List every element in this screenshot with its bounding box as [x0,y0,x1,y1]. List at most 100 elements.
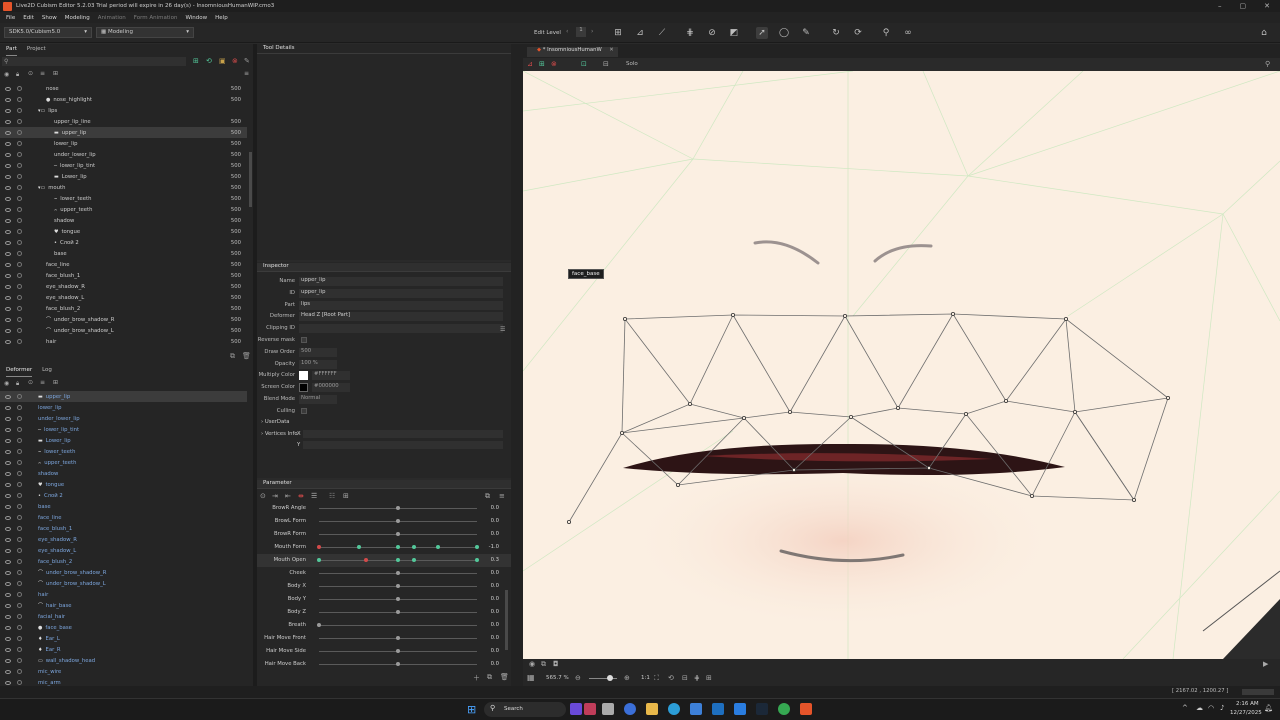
lock-toggle-icon[interactable] [17,416,22,421]
settings-icon[interactable]: ✎ [244,57,250,65]
part-row[interactable]: face_blush_1 500 [0,270,247,281]
rotate-view-icon[interactable]: ⟲ [668,674,674,682]
lock-toggle-icon[interactable] [17,262,22,267]
visibility-eye-icon[interactable] [5,449,11,454]
visibility-eye-icon[interactable] [5,196,11,201]
keyform-dot[interactable] [475,558,479,562]
visibility-eye-icon[interactable] [5,438,11,443]
lock-toggle-icon[interactable] [17,152,22,157]
sync-icon[interactable]: ⟲ [206,57,212,65]
visibility-eye-icon[interactable] [5,603,11,608]
tab-log[interactable]: Log [42,367,52,377]
keyform-dot[interactable] [396,558,400,562]
lock-toggle-icon[interactable] [17,130,22,135]
part-row[interactable]: base 500 [0,248,247,259]
visibility-eye-icon[interactable] [5,537,11,542]
param-copy-icon[interactable]: ⧉ [485,492,490,501]
key-remove-icon[interactable]: ⇤ [285,492,291,500]
lock-toggle-icon[interactable] [17,471,22,476]
userdata-toggle[interactable]: › UserData [261,419,290,425]
part-row[interactable]: under_lower_lip 500 [0,149,247,160]
lock-toggle-icon[interactable] [17,163,22,168]
keyform-dot[interactable] [396,545,400,549]
visibility-eye-icon[interactable] [5,482,11,487]
part-row[interactable]: face_line 500 [0,259,247,270]
menu-form-animation[interactable]: Form Animation [134,15,178,21]
deformer-row[interactable]: ⌒ under_brow_shadow_R [0,567,247,578]
deformer-row[interactable]: ▭ wall_shadow_head [0,655,247,666]
lock-toggle-icon[interactable] [17,526,22,531]
visibility-eye-icon[interactable] [5,174,11,179]
part-row[interactable]: ⌒ under_brow_shadow_L 500 [0,325,247,336]
inspector-value-field[interactable]: 500 [299,347,337,357]
part-row[interactable]: ▬ upper_lip 500 [0,127,247,138]
parameter-value[interactable]: 0.0 [491,661,499,667]
hierarchy-icon[interactable]: ⊞ [53,70,58,77]
deformer-hierarchy-icon[interactable]: ⊞ [53,379,58,386]
lock-toggle-icon[interactable] [17,515,22,520]
visibility-eye-icon[interactable] [5,339,11,344]
lock-toggle-icon[interactable] [17,394,22,399]
sdk-select[interactable]: SDK5.0/Cubism5.0 ▾ [4,27,92,38]
deformer-rotate-icon[interactable]: ↻ [830,27,842,39]
solo-label[interactable]: Solo [626,61,638,67]
close-icon[interactable]: ✕ [1264,2,1270,10]
chrome-icon[interactable] [778,703,790,715]
param-folder-icon[interactable]: ⧉ [487,673,492,682]
deformer-row[interactable]: under_lower_lip [0,413,247,424]
app-blue-icon[interactable] [734,703,746,715]
lock-toggle-icon[interactable] [17,284,22,289]
cubism-taskbar-icon[interactable] [800,703,812,715]
camera-icon[interactable]: ◉ [529,660,535,668]
lock-toggle-icon[interactable] [17,658,22,663]
deformer-row[interactable]: ♦ Ear_L [0,633,247,644]
key-add-icon[interactable]: ⇥ [272,492,278,500]
deformer-row[interactable]: eye_shadow_L [0,545,247,556]
deformer-row[interactable]: ♦ Ear_R [0,644,247,655]
parameter-value[interactable]: 0.0 [491,583,499,589]
wifi-icon[interactable]: ◠ [1208,704,1214,712]
keyform-dot[interactable] [411,545,416,549]
lock-toggle-icon[interactable] [17,647,22,652]
part-row[interactable]: eye_shadow_L 500 [0,292,247,303]
deformer-row[interactable]: eye_shadow_R [0,534,247,545]
deformer-row[interactable]: face_line [0,512,247,523]
deformer-row[interactable]: hair [0,589,247,600]
lock-toggle-icon[interactable] [17,669,22,674]
menu-edit[interactable]: Edit [23,15,34,21]
fit-view-icon[interactable]: ⊡ [581,60,587,68]
visibility-eye-icon[interactable] [5,460,11,465]
visibility-eye-icon[interactable] [5,592,11,597]
solo-icon[interactable]: ⊟ [603,60,609,68]
lock-toggle-icon[interactable] [17,614,22,619]
visibility-eye-icon[interactable] [5,207,11,212]
app-red-icon[interactable] [584,703,596,715]
part-row[interactable]: ▾▭ lips [0,105,247,116]
key-delete-icon[interactable]: ⇼ [298,492,304,500]
lock-toggle-icon[interactable] [17,581,22,586]
lock-toggle-icon[interactable] [17,119,22,124]
part-row[interactable]: lower_lip 500 [0,138,247,149]
taskview-icon[interactable] [602,703,614,715]
grid-icon[interactable]: ⋕ [684,27,696,39]
deformer-row[interactable]: ♥ tongue [0,479,247,490]
menu-help[interactable]: Help [215,15,228,21]
inspector-value-field[interactable]: upper_lip [299,277,503,286]
part-row[interactable]: shadow 500 [0,215,247,226]
deformer-row[interactable]: ⌢ upper_teeth [0,457,247,468]
lock-toggle-icon[interactable] [17,680,22,685]
deformer-row[interactable]: mic_wire [0,666,247,677]
deformer-row[interactable]: lower_lip [0,402,247,413]
deformer-row[interactable]: ⌒ under_brow_shadow_L [0,578,247,589]
lock-toggle-icon[interactable] [17,570,22,575]
edit-level-next-icon[interactable]: › [591,28,593,35]
visibility-eye-icon[interactable] [5,130,11,135]
lock-toggle-icon[interactable] [17,636,22,641]
view-play-icon[interactable]: ▶ [1263,660,1268,668]
mesh-edit-icon[interactable]: ⊞ [612,27,624,39]
visibility-eye-icon[interactable] [5,504,11,509]
lock-toggle-icon[interactable] [17,185,22,190]
part-row[interactable]: hair 500 [0,336,247,347]
add-part-icon[interactable]: ⊞ [193,57,199,65]
lock-toggle-icon[interactable] [17,108,22,113]
